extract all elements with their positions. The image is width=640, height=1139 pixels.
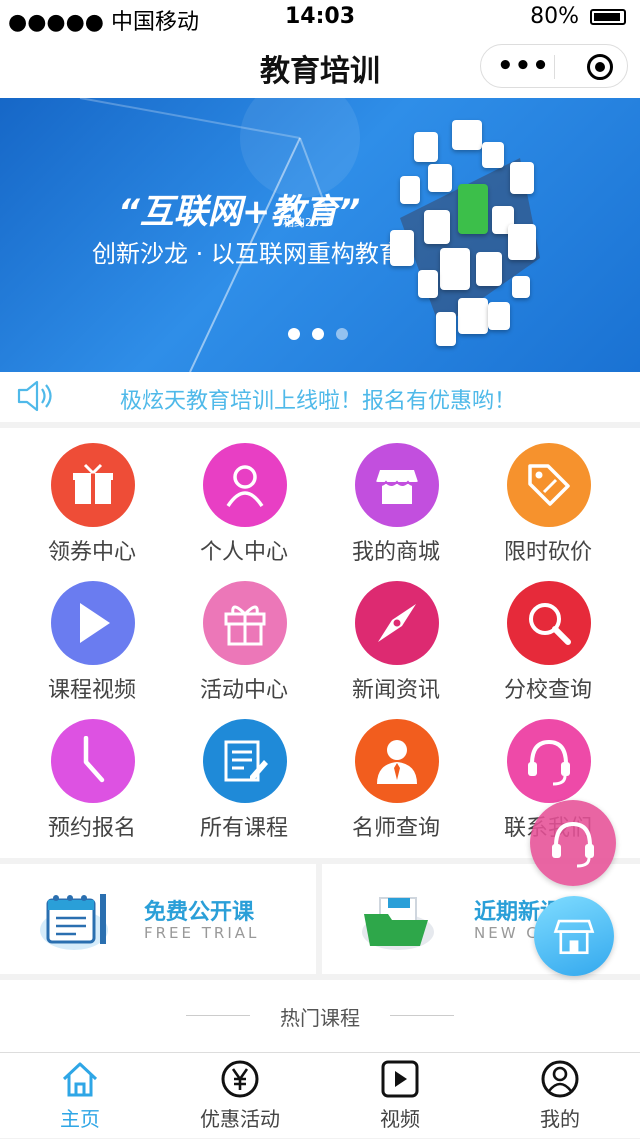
grid-label: 预约报名 xyxy=(47,816,136,841)
user-icon xyxy=(541,1060,579,1098)
grid-item-branch-search[interactable]: 分校查询 xyxy=(468,566,628,704)
grid-icon-bg xyxy=(51,443,135,527)
folder-icon xyxy=(362,897,434,950)
grid-item-course-video[interactable]: 课程视频 xyxy=(12,566,172,704)
play-icon xyxy=(80,603,110,643)
teacher-icon xyxy=(377,740,417,784)
more-dots-icon[interactable]: ••• xyxy=(497,51,549,81)
grid-label: 领券中心 xyxy=(47,540,136,565)
grid-icon-bg xyxy=(203,719,287,803)
grid-item-teacher-search[interactable]: 名师查询 xyxy=(316,704,476,842)
grid-icon-bg xyxy=(355,581,439,665)
grid-item-bargain[interactable]: 限时砍价 xyxy=(468,428,628,566)
tab-home[interactable]: 主页 xyxy=(0,1053,160,1139)
tab-label: 我的 xyxy=(540,1107,580,1131)
grid-item-my-shop[interactable]: 我的商城 xyxy=(316,428,476,566)
grid-label: 限时砍价 xyxy=(503,540,592,565)
grid-label: 个人中心 xyxy=(199,540,288,565)
section-title: 热门课程 xyxy=(280,1006,360,1030)
grid-icon-bg xyxy=(507,443,591,527)
gift-icon xyxy=(224,605,266,646)
grid-icon-bg xyxy=(355,719,439,803)
edit-doc-icon xyxy=(224,740,268,782)
grid-icon-bg xyxy=(507,719,591,803)
price-tag-icon xyxy=(528,464,570,506)
promo-title: 免费公开课 xyxy=(144,900,255,925)
tab-mine[interactable]: 我的 xyxy=(480,1053,640,1139)
person-icon xyxy=(226,465,264,507)
function-grid: 领券中心 个人中心 我的商城 限时砍价 课程视频 活动中心 新闻资讯 分校查询 … xyxy=(0,428,640,858)
carousel-indicator[interactable] xyxy=(288,325,360,344)
shop-icon xyxy=(375,470,419,504)
tab-label: 优惠活动 xyxy=(200,1107,280,1131)
grid-label: 活动中心 xyxy=(199,678,288,703)
speaker-icon xyxy=(17,380,52,412)
grid-label: 课程视频 xyxy=(47,678,136,703)
tab-bar: 主页 优惠活动 视频 我的 xyxy=(0,1052,640,1138)
carousel-dot[interactable] xyxy=(312,328,324,340)
headset-icon xyxy=(552,821,594,868)
banner-subtitle: 创新沙龙 · 以互联网重构教育 xyxy=(92,240,403,268)
notepad-icon xyxy=(40,894,108,950)
grid-icon-bg xyxy=(507,581,591,665)
grid-icon-bg xyxy=(51,581,135,665)
grid-item-booking[interactable]: 预约报名 xyxy=(12,704,172,842)
battery-icon xyxy=(590,9,626,25)
grid-icon-bg xyxy=(203,581,287,665)
grid-label: 新闻资讯 xyxy=(351,678,440,703)
capsule-divider xyxy=(554,55,555,79)
target-icon[interactable] xyxy=(587,54,613,80)
status-bar: ●●●●● 中国移动 14:03 80% xyxy=(0,0,640,35)
floating-shop-button[interactable] xyxy=(534,896,614,976)
grid-icon-bg xyxy=(355,443,439,527)
floating-contact-button[interactable] xyxy=(530,800,616,886)
yen-icon xyxy=(221,1060,259,1098)
banner-tag: 相约2016 xyxy=(283,216,333,229)
carousel-dot[interactable] xyxy=(336,328,348,340)
clock-icon xyxy=(83,736,105,783)
notice-text: 极炫天教育培训上线啦！报名有优惠哟！ xyxy=(120,389,517,414)
carousel-dot[interactable] xyxy=(288,328,300,340)
headset-icon xyxy=(528,739,570,786)
home-icon xyxy=(62,1062,98,1097)
tab-label: 视频 xyxy=(380,1107,420,1131)
divider-line xyxy=(390,1015,454,1016)
grid-label: 分校查询 xyxy=(503,678,592,703)
video-icon xyxy=(381,1060,419,1098)
grid-label: 所有课程 xyxy=(199,816,288,841)
battery-percent: 80% xyxy=(530,4,579,29)
promo-subtitle: FREE TRIAL xyxy=(144,924,260,942)
tab-video[interactable]: 视频 xyxy=(320,1053,480,1139)
banner-carousel[interactable]: “互联网+教育” 相约2016 创新沙龙 · 以互联网重构教育 xyxy=(0,98,640,372)
shop-icon xyxy=(553,919,595,955)
grid-icon-bg xyxy=(51,719,135,803)
grid-item-activity-center[interactable]: 活动中心 xyxy=(164,566,324,704)
grid-label: 名师查询 xyxy=(351,816,440,841)
grid-item-coupon-center[interactable]: 领券中心 xyxy=(12,428,172,566)
tab-promotions[interactable]: 优惠活动 xyxy=(160,1053,320,1139)
navigation-bar: 教育培训 ••• xyxy=(0,34,640,98)
grid-item-all-courses[interactable]: 所有课程 xyxy=(164,704,324,842)
compass-icon xyxy=(378,604,416,642)
mini-program-capsule: ••• xyxy=(480,44,628,88)
battery-indicator: 80% xyxy=(530,4,626,29)
search-icon xyxy=(529,603,571,645)
grid-label: 我的商城 xyxy=(351,540,440,565)
notice-bar[interactable]: 极炫天教育培训上线啦！报名有优惠哟！ xyxy=(0,372,640,422)
promo-free-trial[interactable]: 免费公开课 FREE TRIAL xyxy=(0,864,316,974)
tab-label: 主页 xyxy=(60,1107,100,1131)
gift-box-icon xyxy=(73,463,113,504)
grid-item-news[interactable]: 新闻资讯 xyxy=(316,566,476,704)
grid-item-personal-center[interactable]: 个人中心 xyxy=(164,428,324,566)
hot-courses-section: 热门课程 xyxy=(0,980,640,1052)
grid-icon-bg xyxy=(203,443,287,527)
